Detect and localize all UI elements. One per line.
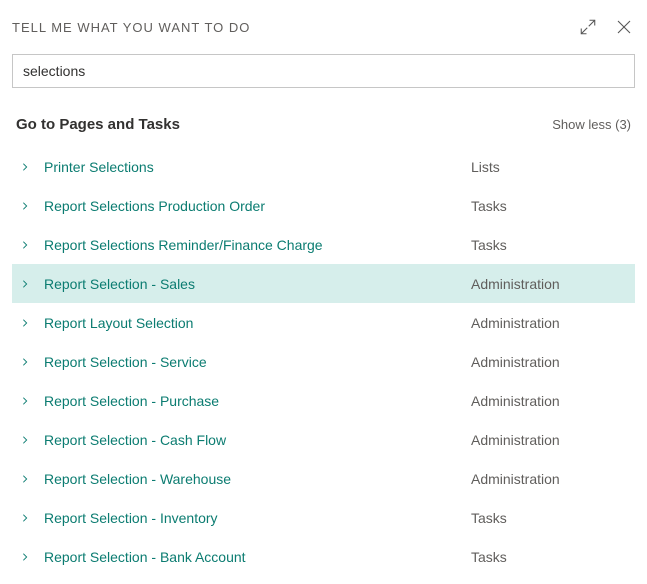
result-row[interactable]: Report Selection - SalesAdministration bbox=[12, 264, 635, 303]
result-category: Administration bbox=[471, 432, 631, 448]
show-less-toggle[interactable]: Show less (3) bbox=[552, 117, 631, 132]
result-row[interactable]: Report Selection - InventoryTasks bbox=[12, 498, 635, 537]
result-row[interactable]: Report Selections Reminder/Finance Charg… bbox=[12, 225, 635, 264]
section-title: Go to Pages and Tasks bbox=[16, 116, 180, 133]
chevron-right-icon bbox=[16, 279, 34, 289]
result-category: Administration bbox=[471, 276, 631, 292]
chevron-right-icon bbox=[16, 513, 34, 523]
result-label: Report Selection - Bank Account bbox=[34, 549, 471, 565]
result-row[interactable]: Report Selection - WarehouseAdministrati… bbox=[12, 459, 635, 498]
result-row[interactable]: Report Selection - PurchaseAdministratio… bbox=[12, 381, 635, 420]
chevron-right-icon bbox=[16, 474, 34, 484]
tellme-panel: TELL ME WHAT YOU WANT TO DO Go to Pages … bbox=[0, 0, 647, 584]
result-label: Report Selection - Purchase bbox=[34, 393, 471, 409]
result-category: Administration bbox=[471, 315, 631, 331]
chevron-right-icon bbox=[16, 318, 34, 328]
search-input[interactable] bbox=[12, 54, 635, 88]
chevron-right-icon bbox=[16, 162, 34, 172]
result-category: Tasks bbox=[471, 510, 631, 526]
result-label: Report Selection - Sales bbox=[34, 276, 471, 292]
result-category: Administration bbox=[471, 471, 631, 487]
close-icon[interactable] bbox=[613, 16, 635, 38]
result-list: Printer SelectionsListsReport Selections… bbox=[12, 147, 635, 576]
result-label: Report Selection - Service bbox=[34, 354, 471, 370]
result-category: Tasks bbox=[471, 549, 631, 565]
panel-header: TELL ME WHAT YOU WANT TO DO bbox=[12, 16, 635, 38]
result-label: Report Selections Production Order bbox=[34, 198, 471, 214]
result-label: Printer Selections bbox=[34, 159, 471, 175]
chevron-right-icon bbox=[16, 357, 34, 367]
result-category: Tasks bbox=[471, 198, 631, 214]
result-category: Tasks bbox=[471, 237, 631, 253]
result-row[interactable]: Report Layout SelectionAdministration bbox=[12, 303, 635, 342]
section-header: Go to Pages and Tasks Show less (3) bbox=[12, 110, 635, 139]
result-label: Report Selections Reminder/Finance Charg… bbox=[34, 237, 471, 253]
result-category: Administration bbox=[471, 354, 631, 370]
chevron-right-icon bbox=[16, 240, 34, 250]
result-category: Administration bbox=[471, 393, 631, 409]
result-row[interactable]: Report Selection - Bank AccountTasks bbox=[12, 537, 635, 576]
result-label: Report Selection - Inventory bbox=[34, 510, 471, 526]
result-label: Report Layout Selection bbox=[34, 315, 471, 331]
result-row[interactable]: Printer SelectionsLists bbox=[12, 147, 635, 186]
panel-title: TELL ME WHAT YOU WANT TO DO bbox=[12, 20, 250, 35]
chevron-right-icon bbox=[16, 396, 34, 406]
result-row[interactable]: Report Selections Production OrderTasks bbox=[12, 186, 635, 225]
result-category: Lists bbox=[471, 159, 631, 175]
result-label: Report Selection - Warehouse bbox=[34, 471, 471, 487]
result-label: Report Selection - Cash Flow bbox=[34, 432, 471, 448]
result-row[interactable]: Report Selection - ServiceAdministration bbox=[12, 342, 635, 381]
header-actions bbox=[577, 16, 635, 38]
result-row[interactable]: Report Selection - Cash FlowAdministrati… bbox=[12, 420, 635, 459]
chevron-right-icon bbox=[16, 435, 34, 445]
chevron-right-icon bbox=[16, 552, 34, 562]
expand-icon[interactable] bbox=[577, 16, 599, 38]
chevron-right-icon bbox=[16, 201, 34, 211]
